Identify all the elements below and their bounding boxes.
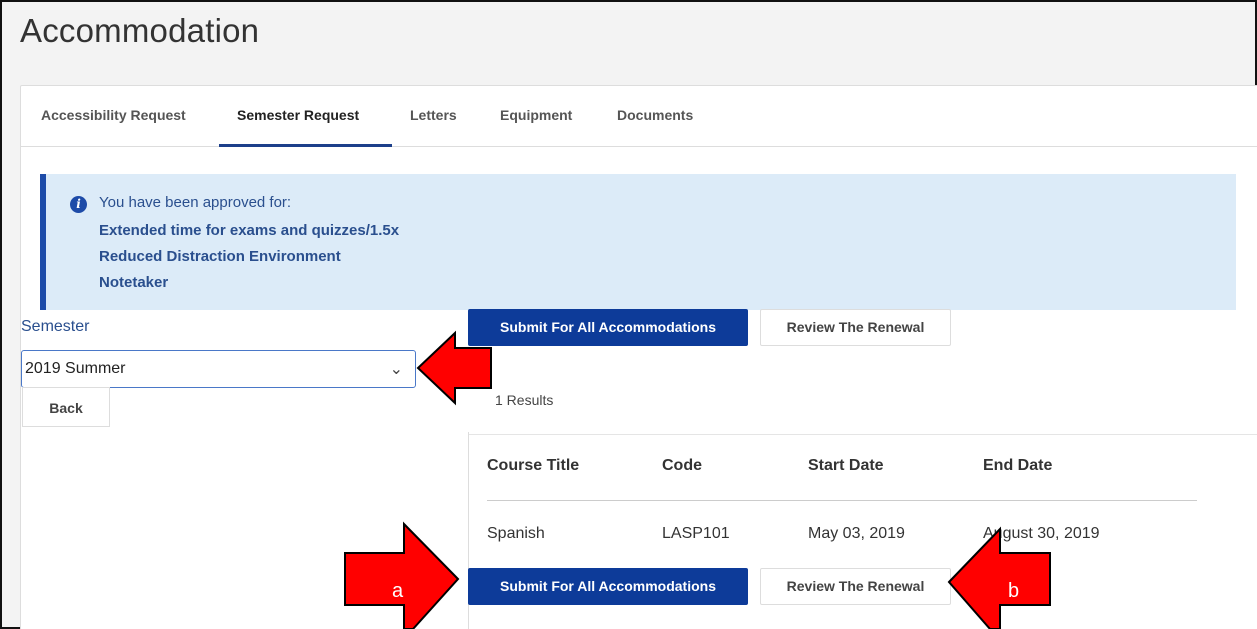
callout-arrow-b-icon bbox=[947, 526, 1051, 629]
left-pointing-arrow-icon bbox=[416, 330, 492, 406]
callout-arrow-a-icon bbox=[344, 521, 460, 629]
callout-label-a: a bbox=[392, 580, 404, 602]
callout-label-b: b bbox=[1008, 580, 1019, 602]
annotation-overlay: a b bbox=[344, 330, 1051, 629]
